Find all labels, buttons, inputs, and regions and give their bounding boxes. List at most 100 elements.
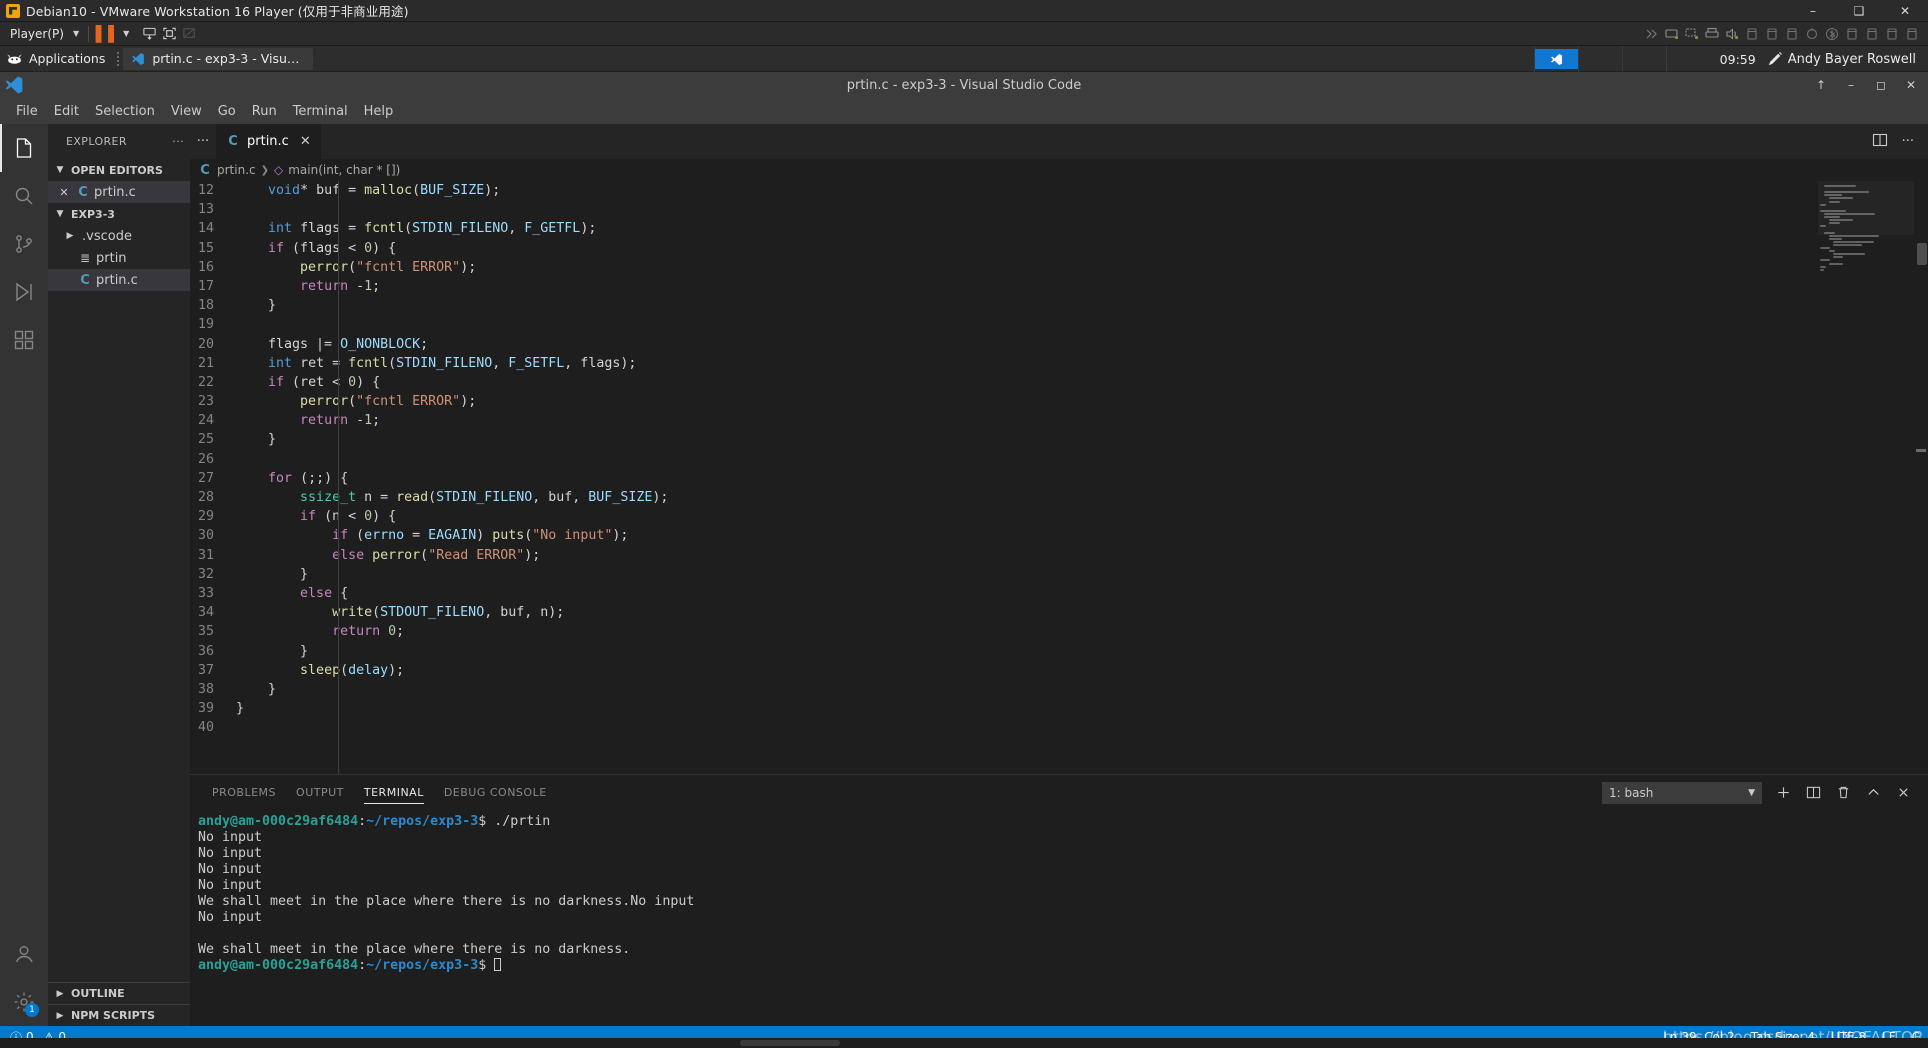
- tab-terminal[interactable]: TERMINAL: [354, 775, 434, 810]
- chevron-double-right-icon[interactable]: [1644, 26, 1660, 42]
- line-content[interactable]: [236, 200, 1928, 219]
- line-content[interactable]: }: [236, 565, 1928, 584]
- code-line[interactable]: 31 else perror("Read ERROR");: [190, 546, 1928, 565]
- split-terminal-icon[interactable]: [1804, 784, 1822, 802]
- line-content[interactable]: if (flags < 0) {: [236, 239, 1928, 258]
- vscode-maximize-button[interactable]: ◻: [1866, 72, 1896, 98]
- pause-icon[interactable]: ▌▌: [96, 25, 120, 43]
- tabs-more-icon[interactable]: ···: [190, 124, 216, 159]
- vmware-player-menu[interactable]: Player(P): [6, 27, 68, 41]
- code-line[interactable]: 18 }: [190, 296, 1928, 315]
- line-content[interactable]: [236, 450, 1928, 469]
- close-icon[interactable]: ✕: [56, 186, 72, 199]
- tab-problems[interactable]: PROBLEMS: [202, 775, 286, 810]
- code-line[interactable]: 27 for (;;) {: [190, 469, 1928, 488]
- code-line[interactable]: 12 void* buf = malloc(BUF_SIZE);: [190, 181, 1928, 200]
- bluetooth-icon[interactable]: [1824, 26, 1840, 42]
- activitybar-search[interactable]: [0, 172, 48, 220]
- maximize-panel-icon[interactable]: [1864, 784, 1882, 802]
- close-icon[interactable]: ✕: [300, 134, 311, 149]
- line-content[interactable]: return -1;: [236, 411, 1928, 430]
- vscode-window-controls[interactable]: ↑ – ◻ ✕: [1806, 72, 1926, 98]
- tab-output[interactable]: OUTPUT: [286, 775, 354, 810]
- line-content[interactable]: }: [236, 430, 1928, 449]
- sidebar-more-actions-icon[interactable]: ···: [172, 135, 184, 148]
- send-ctrl-alt-del-icon[interactable]: [139, 25, 159, 43]
- tree-item-prtin-binary[interactable]: ≣ prtin: [48, 247, 190, 269]
- applications-menu-button[interactable]: Applications: [0, 51, 113, 66]
- section-open-editors[interactable]: ▼ OPEN EDITORS: [48, 159, 190, 181]
- network-adapter-icon[interactable]: [1684, 26, 1700, 42]
- activitybar-accounts[interactable]: [0, 930, 48, 978]
- code-line[interactable]: 21 int ret = fcntl(STDIN_FILENO, F_SETFL…: [190, 354, 1928, 373]
- breadcrumb-file[interactable]: prtin.c: [217, 163, 256, 177]
- line-content[interactable]: int ret = fcntl(STDIN_FILENO, F_SETFL, f…: [236, 354, 1928, 373]
- code-line[interactable]: 15 if (flags < 0) {: [190, 239, 1928, 258]
- menu-file[interactable]: File: [8, 101, 46, 122]
- usb-device-7-icon[interactable]: [1904, 26, 1920, 42]
- panel-handle[interactable]: [117, 51, 120, 66]
- usb-device-5-icon[interactable]: [1864, 26, 1880, 42]
- workspace-active-indicator[interactable]: [1534, 49, 1578, 69]
- line-content[interactable]: [236, 315, 1928, 334]
- code-line[interactable]: 30 if (errno = EAGAIN) puts("No input");: [190, 526, 1928, 545]
- minimap-slider[interactable]: [1818, 181, 1914, 235]
- harddisk-icon[interactable]: [1664, 26, 1680, 42]
- code-line[interactable]: 26: [190, 450, 1928, 469]
- code-line[interactable]: 34 write(STDOUT_FILENO, buf, n);: [190, 603, 1928, 622]
- code-line[interactable]: 28 ssize_t n = read(STDIN_FILENO, buf, B…: [190, 488, 1928, 507]
- section-folder-exp3-3[interactable]: ▼ EXP3-3: [48, 203, 190, 225]
- code-line[interactable]: 36 }: [190, 642, 1928, 661]
- line-content[interactable]: void* buf = malloc(BUF_SIZE);: [236, 181, 1928, 200]
- terminal-output[interactable]: andy@am-000c29af6484:~/repos/exp3-3$ ./p…: [190, 810, 1928, 1026]
- code-line[interactable]: 23 perror("fcntl ERROR");: [190, 392, 1928, 411]
- menu-terminal[interactable]: Terminal: [285, 101, 356, 122]
- tab-prtin-c[interactable]: C prtin.c ✕: [216, 124, 322, 159]
- line-content[interactable]: write(STDOUT_FILENO, buf, n);: [236, 603, 1928, 622]
- code-line[interactable]: 16 perror("fcntl ERROR");: [190, 258, 1928, 277]
- line-content[interactable]: }: [236, 296, 1928, 315]
- tab-debug-console[interactable]: DEBUG CONSOLE: [434, 775, 557, 810]
- activitybar-explorer[interactable]: [0, 124, 48, 172]
- usb-device-1-icon[interactable]: [1744, 26, 1760, 42]
- usb-device-3-icon[interactable]: [1784, 26, 1800, 42]
- activitybar-extensions[interactable]: [0, 316, 48, 364]
- pause-chevron-down-icon[interactable]: ▼: [123, 29, 129, 38]
- session-icon[interactable]: [1766, 50, 1784, 68]
- line-content[interactable]: ssize_t n = read(STDIN_FILENO, buf, BUF_…: [236, 488, 1928, 507]
- workspace-slot-2[interactable]: [1577, 46, 1622, 72]
- workspace-slot-3[interactable]: [1621, 46, 1666, 72]
- printer-icon[interactable]: [1704, 26, 1720, 42]
- taskbar-window-vscode[interactable]: prtin.c - exp3-3 - Visua...: [123, 47, 314, 70]
- line-content[interactable]: else {: [236, 584, 1928, 603]
- workspace-slot-4[interactable]: [1665, 46, 1710, 72]
- vmware-minimize-button[interactable]: –: [1790, 0, 1836, 22]
- line-content[interactable]: }: [236, 642, 1928, 661]
- code-line[interactable]: 24 return -1;: [190, 411, 1928, 430]
- editor-vertical-scrollbar[interactable]: [1914, 181, 1928, 774]
- code-line[interactable]: 37 sleep(delay);: [190, 661, 1928, 680]
- usb-device-4-icon[interactable]: [1844, 26, 1860, 42]
- menu-selection[interactable]: Selection: [87, 101, 163, 122]
- minimap[interactable]: [1818, 181, 1914, 774]
- breadcrumb-symbol[interactable]: main(int, char * []): [288, 163, 400, 177]
- line-content[interactable]: if (n < 0) {: [236, 507, 1928, 526]
- line-content[interactable]: sleep(delay);: [236, 661, 1928, 680]
- menu-edit[interactable]: Edit: [46, 101, 87, 122]
- code-line[interactable]: 19: [190, 315, 1928, 334]
- scrollbar-thumb[interactable]: [1917, 243, 1927, 265]
- section-npm-scripts[interactable]: ▶ NPM SCRIPTS: [48, 1004, 190, 1026]
- vscode-minimize-button[interactable]: –: [1836, 72, 1866, 98]
- menu-go[interactable]: Go: [210, 101, 244, 122]
- workspace-slot-1[interactable]: [1533, 46, 1578, 72]
- line-content[interactable]: }: [236, 699, 1928, 718]
- code-line[interactable]: 17 return -1;: [190, 277, 1928, 296]
- usb-device-2-icon[interactable]: [1764, 26, 1780, 42]
- code-line[interactable]: 29 if (n < 0) {: [190, 507, 1928, 526]
- terminal-selector[interactable]: 1: bash ▼: [1602, 781, 1762, 804]
- split-editor-icon[interactable]: [1872, 132, 1888, 152]
- code-line[interactable]: 38 }: [190, 680, 1928, 699]
- code-line[interactable]: 39}: [190, 699, 1928, 718]
- menu-view[interactable]: View: [163, 101, 210, 122]
- vscode-restore-up-icon[interactable]: ↑: [1806, 72, 1836, 98]
